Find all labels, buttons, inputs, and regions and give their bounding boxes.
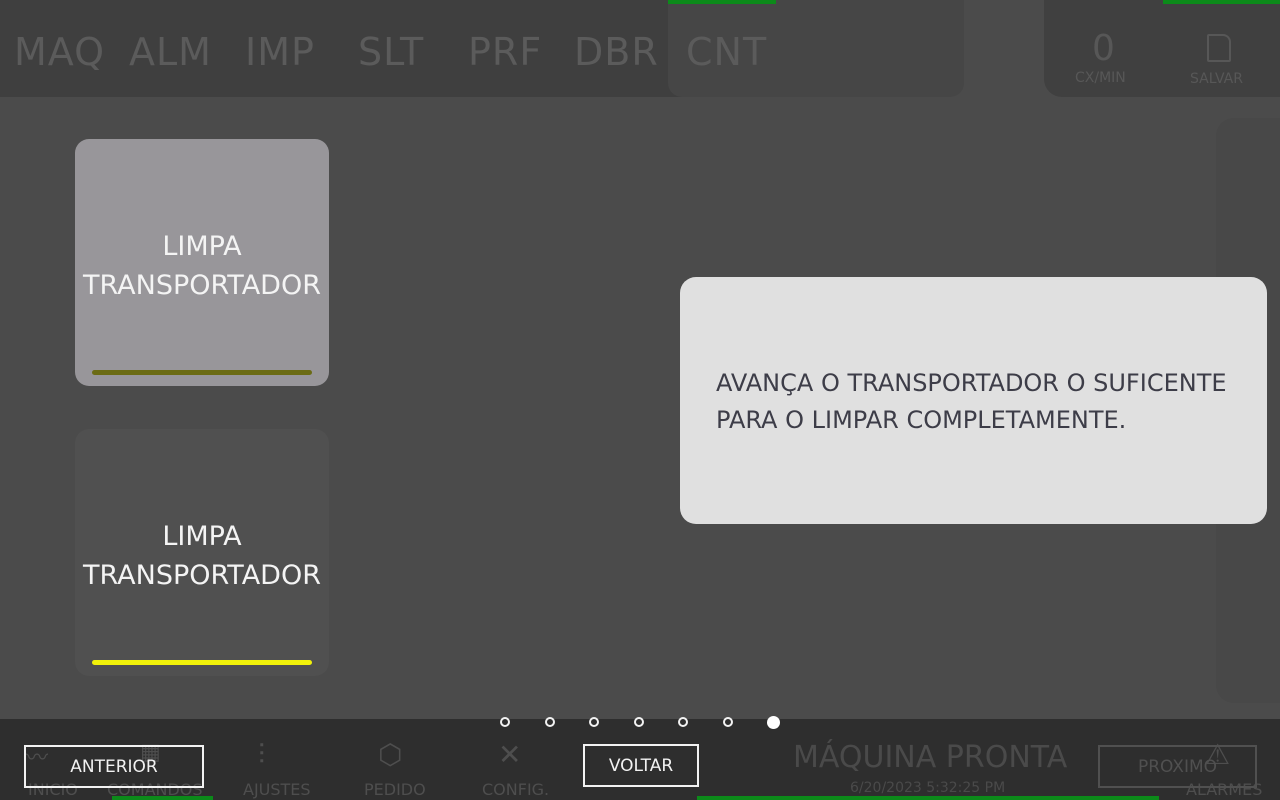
- nav-item-cnt[interactable]: CNT: [686, 30, 767, 74]
- command-card-indicator: [92, 370, 312, 375]
- command-card-label: LIMPA TRANSPORTADOR: [83, 231, 321, 301]
- bottom-nav-pedido[interactable]: PEDIDO: [364, 780, 426, 799]
- status-datetime: 6/20/2023 5:32:25 PM: [850, 780, 1006, 796]
- command-card-selected[interactable]: LIMPA TRANSPORTADOR: [75, 139, 329, 386]
- nav-item-prf[interactable]: PRF: [468, 30, 542, 74]
- page-dot[interactable]: [545, 717, 555, 727]
- page-dot[interactable]: [634, 717, 644, 727]
- command-card-indicator: [92, 660, 312, 665]
- page-dot[interactable]: [723, 717, 733, 727]
- nav-item-imp[interactable]: IMP: [245, 30, 315, 74]
- description-box: AVANÇA O TRANSPORTADOR O SUFICENTE PARA …: [680, 277, 1267, 524]
- machine-status: MÁQUINA PRONTA: [793, 740, 1068, 775]
- page-dot[interactable]: [500, 717, 510, 727]
- nav-item-maq[interactable]: MAQ: [14, 30, 105, 74]
- boxes-icon: ⬡: [378, 738, 403, 771]
- sd-card-icon[interactable]: [1207, 34, 1231, 62]
- nav-item-dbr[interactable]: DBR: [574, 30, 659, 74]
- tools-icon: ✕: [498, 738, 522, 771]
- description-text: AVANÇA O TRANSPORTADOR O SUFICENTE PARA …: [716, 369, 1227, 434]
- nav-item-alm[interactable]: ALM: [129, 30, 212, 74]
- bottom-nav-ajustes[interactable]: AJUSTES: [243, 780, 311, 799]
- page-dot[interactable]: [589, 717, 599, 727]
- status-indicator: [697, 796, 1159, 800]
- page-dot[interactable]: [678, 717, 688, 727]
- active-tab-indicator: [668, 0, 776, 4]
- top-right-indicator: [1163, 0, 1280, 4]
- top-navigation-bar: MAQ ALM IMP SLT PRF DBR: [0, 0, 777, 97]
- command-card-label: LIMPA TRANSPORTADOR: [83, 521, 321, 591]
- rate-value: 0: [1092, 28, 1115, 69]
- page-dot-current[interactable]: [767, 716, 780, 729]
- command-card[interactable]: LIMPA TRANSPORTADOR: [75, 429, 329, 676]
- nav-item-slt[interactable]: SLT: [358, 30, 424, 74]
- back-button[interactable]: VOLTAR: [583, 744, 699, 787]
- rate-label: CX/MIN: [1075, 70, 1126, 86]
- save-label[interactable]: SALVAR: [1190, 71, 1243, 87]
- sliders-icon: ⫶: [258, 738, 266, 771]
- next-button[interactable]: PROXIMO: [1098, 745, 1257, 788]
- bottom-nav-config[interactable]: CONFIG.: [482, 780, 549, 799]
- previous-button[interactable]: ANTERIOR: [24, 745, 204, 788]
